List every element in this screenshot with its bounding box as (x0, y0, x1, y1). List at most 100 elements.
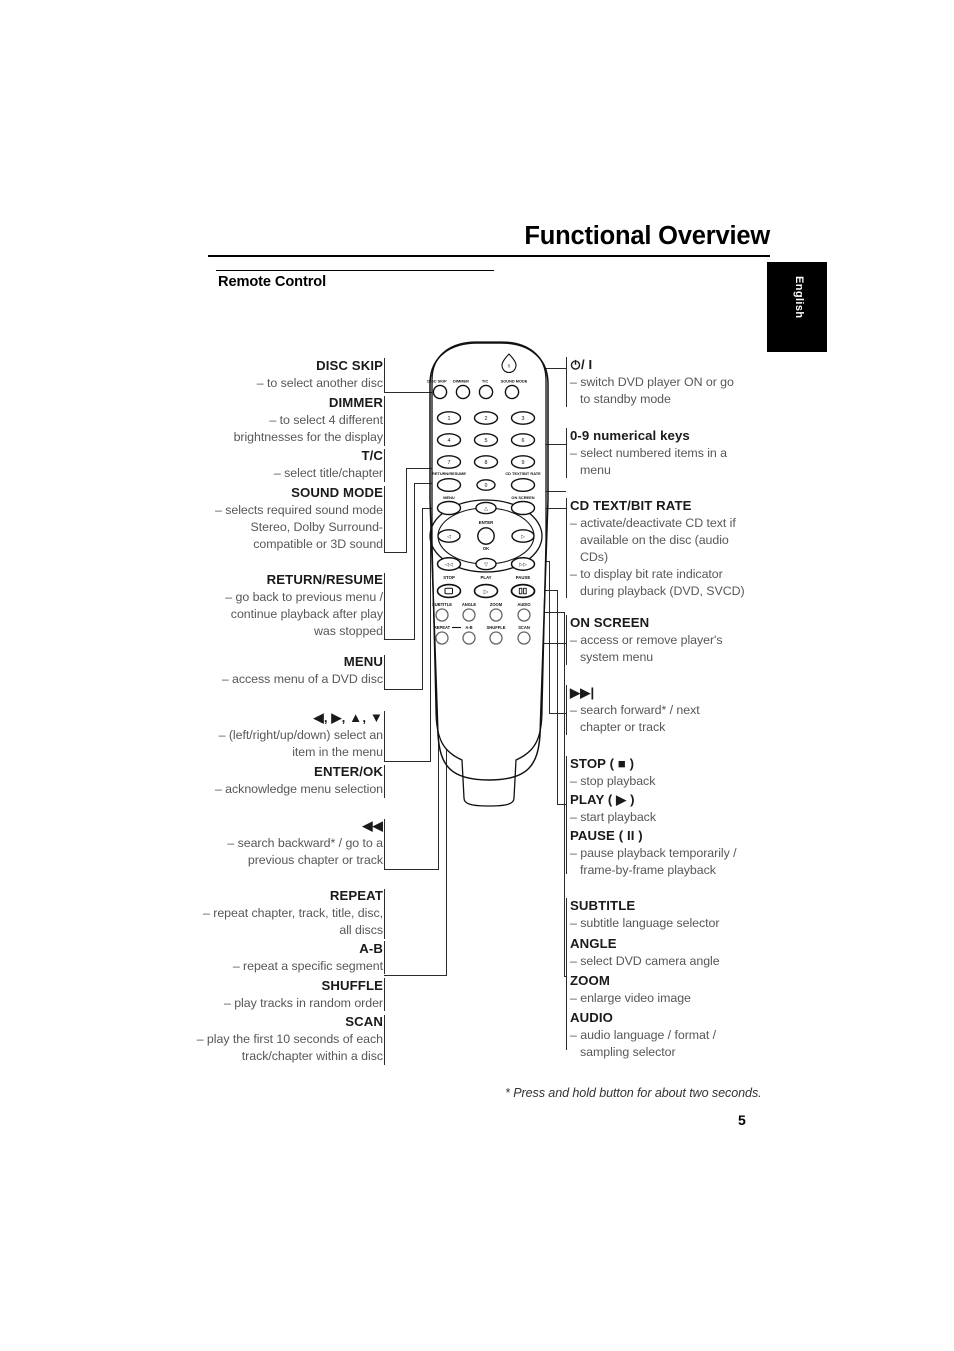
remote-label-scan: SCAN (518, 625, 530, 630)
remote-label-dimmer: DIMMER (453, 379, 469, 384)
callout-desc-line: – to select 4 different (269, 412, 383, 427)
callout-desc-line: – to select another disc (256, 375, 383, 390)
remote-label-angle: ANGLE (462, 602, 477, 607)
button-return-resume[interactable] (436, 477, 462, 492)
button-cd-text-bit-rate[interactable] (510, 477, 536, 492)
button-subtitle[interactable] (435, 608, 449, 622)
leader-bar (384, 655, 386, 689)
remote-label-subtitle: SUBTITLE (432, 602, 452, 607)
play-icon: ▷ (484, 590, 489, 596)
button-audio[interactable] (517, 608, 531, 622)
button-zoom[interactable] (489, 608, 503, 622)
callout-sound-mode: SOUND MODE – selects required sound mode… (202, 485, 383, 553)
callout-desc-line: brightnesses for the display (233, 429, 383, 444)
button-scan[interactable] (517, 631, 531, 645)
callout-desc-line: item in the menu (292, 744, 383, 759)
button-disc-skip[interactable] (432, 384, 448, 400)
callout-scan: SCAN – play the first 10 seconds of each… (188, 1014, 383, 1065)
remote-label-sound-mode: SOUND MODE (501, 379, 528, 384)
button-repeat[interactable] (435, 631, 449, 645)
button-dimmer[interactable] (455, 384, 471, 400)
callout-desc-line: – select title/chapter (273, 465, 383, 480)
callout-desc-line: – select numbered items in a (570, 445, 728, 460)
callout-shuffle: SHUFFLE – play tracks in random order (208, 978, 383, 1012)
callout-name: PLAY ( ▶ ) (570, 792, 635, 807)
button-shuffle[interactable] (489, 631, 503, 645)
callout-name: ◀, ▶, ▲, ▼ (313, 710, 383, 725)
callout-desc-line: – enlarge video image (570, 990, 691, 1005)
button-3-label: 3 (522, 416, 525, 422)
callout-desc-line: – play tracks in random order (223, 995, 383, 1010)
callout-desc-line: all discs (339, 922, 383, 937)
remote-label-pause: PAUSE (516, 575, 531, 580)
language-tab: English (767, 262, 827, 352)
remote-label-ok: OK (483, 546, 490, 551)
callout-desc-line: compatible or 3D sound (253, 536, 383, 551)
leader-bar (384, 1015, 386, 1065)
button-ab[interactable] (462, 631, 476, 645)
remote-label-on-screen: ON SCREEN (511, 495, 534, 500)
callout-name-text: / I (581, 357, 593, 372)
callout-desc-line: – select DVD camera angle (570, 953, 720, 968)
callout-pause: PAUSE ( II ) – pause playback temporaril… (570, 828, 770, 879)
callout-desc-line: – selects required sound mode (215, 502, 383, 517)
button-pause[interactable] (510, 583, 536, 599)
leader-bar (384, 396, 386, 446)
callout-enter-ok: ENTER/OK – acknowledge menu selection (208, 764, 383, 798)
button-enter-ok[interactable] (477, 527, 495, 545)
callout-search-forward: ▶▶| – search forward* / next chapter or … (570, 685, 770, 736)
power-button-glyph: /I (508, 364, 510, 369)
callout-power: / I – switch DVD player ON or go to stan… (570, 357, 770, 408)
callout-desc-line: menu (580, 462, 611, 477)
button-6-label: 6 (522, 438, 525, 444)
button-tc[interactable] (478, 384, 494, 400)
leader-line (384, 975, 446, 977)
callout-angle: ANGLE – select DVD camera angle (570, 936, 770, 970)
button-9-label: 9 (522, 460, 525, 466)
callout-desc-line: continue playback after play (230, 606, 383, 621)
callout-desc-line: – search backward* / go to a (227, 835, 383, 850)
callout-desc-line: sampling selector (580, 1044, 676, 1059)
button-menu[interactable] (436, 500, 462, 516)
callout-desc-line: – switch DVD player ON or go (570, 374, 734, 389)
remote-label-play: PLAY (480, 575, 491, 580)
document-page: Functional Overview Remote Control Engli… (0, 0, 954, 1351)
callout-name: RETURN/RESUME (266, 572, 383, 587)
callout-desc-line: – access or remove player's (570, 632, 723, 647)
remote-label-repeat: REPEAT (434, 625, 451, 630)
leader-line (564, 976, 567, 978)
button-0-label: 0 (485, 483, 488, 489)
callout-on-screen: ON SCREEN – access or remove player's sy… (570, 615, 770, 666)
button-on-screen[interactable] (510, 500, 536, 516)
button-5-label: 5 (485, 438, 488, 444)
callout-desc-line: – pause playback temporarily / (570, 845, 737, 860)
callout-name: 0-9 numerical keys (570, 428, 690, 443)
leader-bar (384, 941, 386, 974)
callout-desc-line: CDs) (580, 549, 609, 564)
callout-desc-line: – subtitle language selector (570, 915, 720, 930)
callout-desc-line: – play the first 10 seconds of each (196, 1031, 383, 1046)
leader-bar (384, 486, 386, 552)
callout-desc-line: – activate/deactivate CD text if (570, 515, 736, 530)
leader-bar (384, 711, 386, 761)
remote-label-shuffle: SHUFFLE (487, 625, 506, 630)
right-arrow-icon: ▷ (521, 534, 525, 540)
callout-name: DISC SKIP (316, 358, 383, 373)
button-4-label: 4 (448, 438, 451, 444)
callout-desc-line: – to display bit rate indicator (570, 566, 723, 581)
callout-name: MENU (343, 654, 383, 669)
leader-bar (384, 449, 386, 482)
button-sound-mode[interactable] (504, 384, 520, 400)
callout-numerical-keys: 0-9 numerical keys – select numbered ite… (570, 428, 770, 479)
button-stop[interactable] (436, 583, 462, 599)
title-rule (208, 255, 770, 257)
callout-name: T/C (361, 448, 383, 463)
remote-label-enter: ENTER (479, 520, 494, 525)
callout-name: SHUFFLE (321, 978, 383, 993)
callout-desc-line: to standby mode (580, 391, 671, 406)
numeric-keypad[interactable]: 1 2 3 4 5 6 7 8 9 (436, 411, 536, 469)
callout-play: PLAY ( ▶ ) – start playback (570, 792, 770, 826)
down-arrow-icon: ▽ (484, 562, 488, 568)
button-angle[interactable] (462, 608, 476, 622)
leader-line (384, 552, 406, 554)
